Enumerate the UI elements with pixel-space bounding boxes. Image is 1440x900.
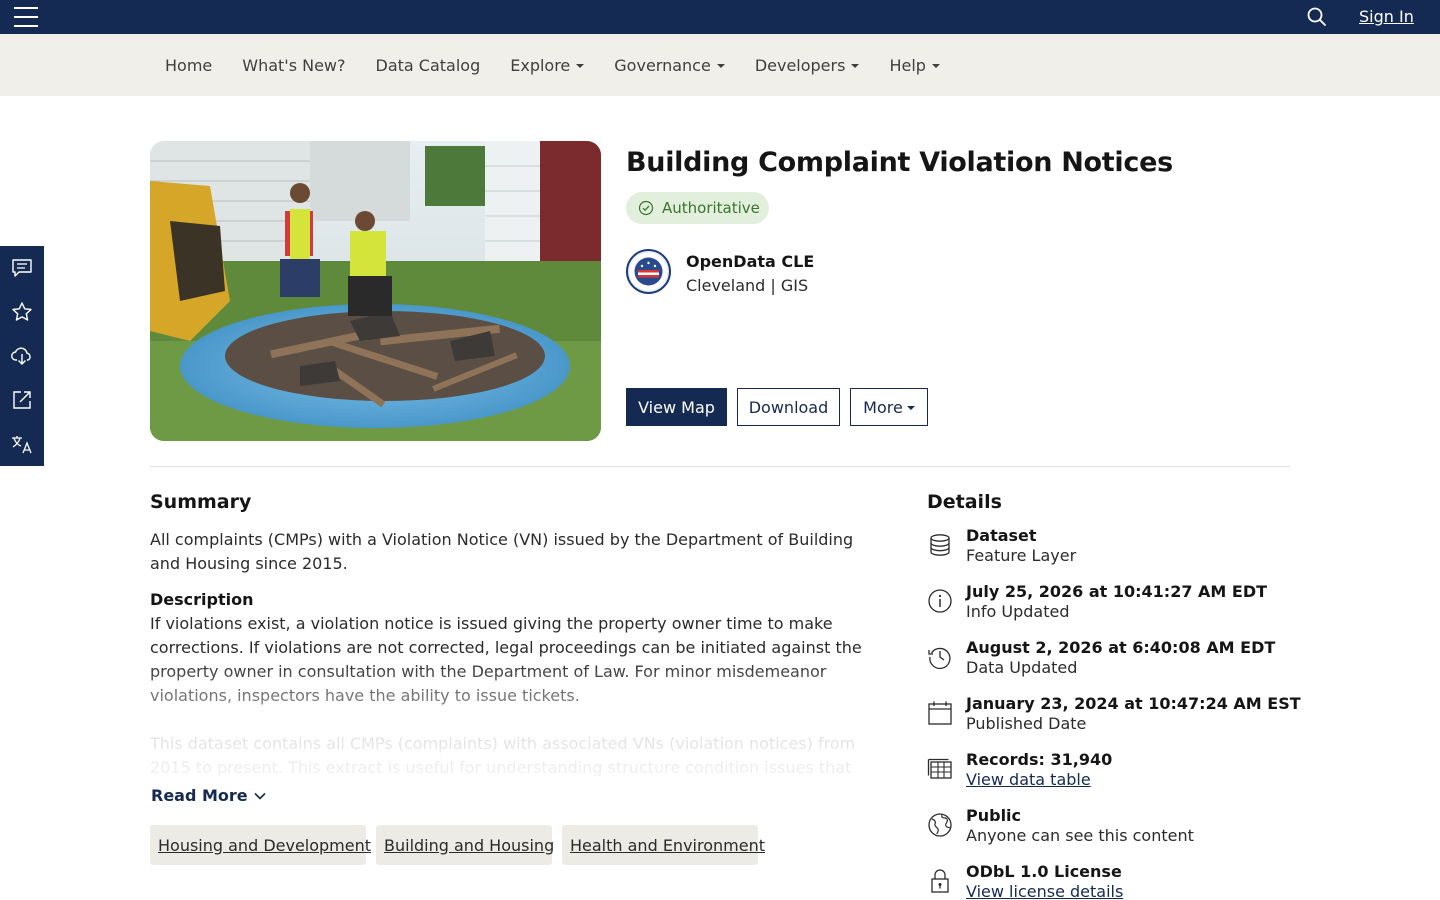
detail-records: Records: 31,940 View data table (927, 750, 1287, 794)
top-bar: Sign In (0, 0, 1440, 34)
section-divider (150, 466, 1290, 467)
nav-item-explore[interactable]: Explore (495, 56, 599, 75)
cloud-download-icon[interactable] (0, 334, 44, 378)
nav-label: Help (889, 55, 926, 75)
more-button[interactable]: More (850, 388, 928, 426)
search-icon[interactable] (1306, 6, 1328, 28)
detail-info-updated: July 25, 2026 at 10:41:27 AM EDT Info Up… (927, 582, 1287, 626)
organization-subtitle: Cleveland | GIS (686, 276, 809, 295)
badge-label: Authoritative (662, 199, 760, 217)
nav-list: Home What's New? Data Catalog Explore Go… (150, 34, 955, 96)
translate-icon[interactable] (0, 422, 44, 466)
detail-title: ODbL 1.0 License (966, 862, 1122, 881)
nav-item-governance[interactable]: Governance (599, 56, 740, 75)
site-navigation: Home What's New? Data Catalog Explore Go… (0, 34, 1440, 96)
comment-icon[interactable] (0, 246, 44, 290)
tag-housing-and-development[interactable]: Housing and Development (150, 825, 371, 865)
info-icon (927, 588, 953, 614)
nav-label: Data Catalog (375, 55, 481, 75)
table-icon (927, 756, 953, 782)
database-icon (927, 532, 953, 558)
menu-icon[interactable] (14, 7, 38, 27)
view-data-table-link[interactable]: View data table (966, 770, 1091, 789)
tag-building-and-housing[interactable]: Building and Housing (376, 825, 554, 865)
detail-title: January 23, 2024 at 10:47:24 AM EST (966, 694, 1301, 713)
nav-item-help[interactable]: Help (874, 56, 954, 75)
detail-title: August 2, 2026 at 6:40:08 AM EDT (966, 638, 1276, 657)
nav-label: Explore (510, 55, 571, 75)
detail-data-updated: August 2, 2026 at 6:40:08 AM EDT Data Up… (927, 638, 1287, 682)
summary-heading: Summary (150, 491, 252, 513)
view-map-button[interactable]: View Map (626, 388, 727, 426)
summary-text: All complaints (CMPs) with a Violation N… (150, 530, 854, 573)
organization-logo[interactable] (626, 249, 671, 294)
download-button[interactable]: Download (737, 388, 840, 426)
history-icon (927, 644, 953, 670)
detail-title: Records: 31,940 (966, 750, 1113, 769)
caret-down-icon (931, 64, 940, 68)
nav-item-developers[interactable]: Developers (740, 56, 875, 75)
star-icon[interactable] (0, 290, 44, 334)
page-title: Building Complaint Violation Notices (626, 147, 1173, 178)
sign-in-link[interactable]: Sign In (1359, 7, 1414, 26)
detail-subtitle: Info Updated (966, 602, 1070, 621)
detail-title: Public (966, 806, 1022, 825)
detail-access: Public Anyone can see this content (927, 806, 1287, 850)
check-circle-icon (638, 200, 654, 216)
tag-health-and-environment[interactable]: Health and Environment (562, 825, 765, 865)
nav-item-data-catalog[interactable]: Data Catalog (361, 56, 496, 75)
description-text-truncated: This dataset contains all CMPs (complain… (150, 734, 856, 776)
nav-item-home[interactable]: Home (150, 56, 227, 75)
calendar-icon (927, 700, 953, 726)
detail-published-date: January 23, 2024 at 10:47:24 AM EST Publ… (927, 694, 1301, 738)
detail-subtitle: Anyone can see this content (966, 826, 1194, 845)
description-heading: Description (150, 590, 254, 609)
detail-subtitle: Data Updated (966, 658, 1078, 677)
read-more-button[interactable]: Read More (151, 786, 266, 805)
side-action-rail (0, 246, 44, 466)
detail-title: Dataset (966, 526, 1037, 545)
detail-dataset-type: Dataset Feature Layer (927, 526, 1287, 570)
nav-item-whats-new[interactable]: What's New? (227, 56, 360, 75)
view-map-label: View Map (638, 397, 715, 417)
detail-subtitle: Published Date (966, 714, 1087, 733)
detail-subtitle: Feature Layer (966, 546, 1077, 565)
share-icon[interactable] (0, 378, 44, 422)
caret-down-icon (716, 64, 725, 68)
detail-title: July 25, 2026 at 10:41:27 AM EDT (966, 582, 1268, 601)
download-label: Download (748, 397, 829, 417)
dataset-thumbnail-image (150, 141, 601, 441)
read-more-label: Read More (151, 786, 248, 805)
globe-icon (927, 812, 953, 838)
caret-down-icon (576, 64, 585, 68)
more-label: More (863, 397, 903, 417)
chevron-down-icon (254, 792, 266, 800)
caret-down-icon (851, 64, 860, 68)
detail-license: ODbL 1.0 License View license details (927, 862, 1287, 900)
details-heading: Details (927, 491, 1002, 513)
authoritative-badge: Authoritative (626, 192, 769, 224)
nav-label: What's New? (242, 55, 346, 75)
caret-down-icon (906, 406, 915, 410)
description-text: If violations exist, a violation notice … (150, 614, 862, 705)
nav-label: Developers (754, 55, 846, 75)
organization-name[interactable]: OpenData CLE (686, 252, 814, 271)
lock-icon (927, 868, 953, 894)
nav-label: Home (165, 55, 213, 75)
view-license-details-link[interactable]: View license details (966, 882, 1123, 900)
nav-label: Governance (614, 55, 711, 75)
